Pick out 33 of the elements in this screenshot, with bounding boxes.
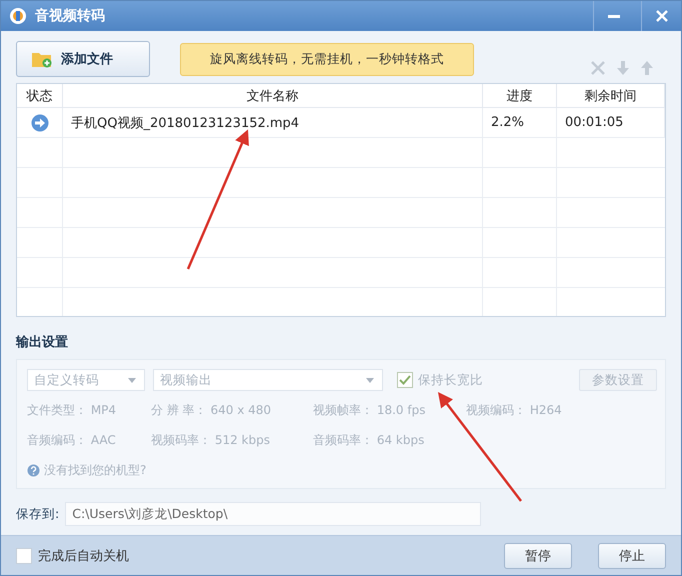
keep-ratio-label: 保持长宽比: [418, 372, 483, 388]
section-title: 输出设置: [16, 334, 69, 351]
play-status-icon: [30, 114, 48, 132]
dropdown-caret-icon: [128, 378, 136, 382]
stop-button[interactable]: 停止: [598, 542, 666, 568]
info-text: 文件类型： MP4: [27, 402, 118, 418]
close-icon: [656, 10, 668, 22]
column-header[interactable]: 文件名称: [63, 84, 483, 108]
column-header[interactable]: 剩余时间: [557, 84, 665, 108]
window-title: 音视频转码: [35, 7, 106, 25]
info-text: 音频码率： 64 kbps: [313, 432, 426, 448]
pause-button[interactable]: 暂停: [504, 542, 572, 568]
add-file-button[interactable]: 添加文件: [16, 41, 150, 77]
column-header[interactable]: 状态: [17, 84, 63, 108]
move-down-icon[interactable]: [616, 60, 630, 76]
info-text: 视频编码： H264: [466, 402, 563, 418]
info-text: 分 辨 率： 640 x 480: [151, 402, 272, 418]
column-header[interactable]: 进度: [483, 84, 557, 108]
info-text: 视频帧率： 18.0 fps: [313, 402, 426, 418]
save-to-label: 保存到:: [16, 506, 60, 522]
app-logo-icon: [9, 7, 27, 25]
shutdown-checkbox[interactable]: [16, 548, 32, 564]
minimize-icon: [608, 14, 620, 18]
add-folder-icon: [31, 50, 53, 68]
promo-banner[interactable]: 旋风离线转码，无需挂机，一秒钟转格式: [180, 42, 474, 76]
shutdown-label: 完成后自动关机: [38, 548, 130, 564]
delete-icon[interactable]: [590, 60, 606, 76]
move-up-icon[interactable]: [640, 60, 654, 76]
info-text: 音频编码： AAC: [27, 432, 117, 448]
dropdown-caret-icon: [366, 378, 374, 382]
save-path-field[interactable]: C:\Users\刘彦龙\Desktop\: [65, 502, 482, 526]
help-icon: [27, 464, 40, 476]
info-text: 视频码率： 512 kbps: [151, 432, 271, 448]
